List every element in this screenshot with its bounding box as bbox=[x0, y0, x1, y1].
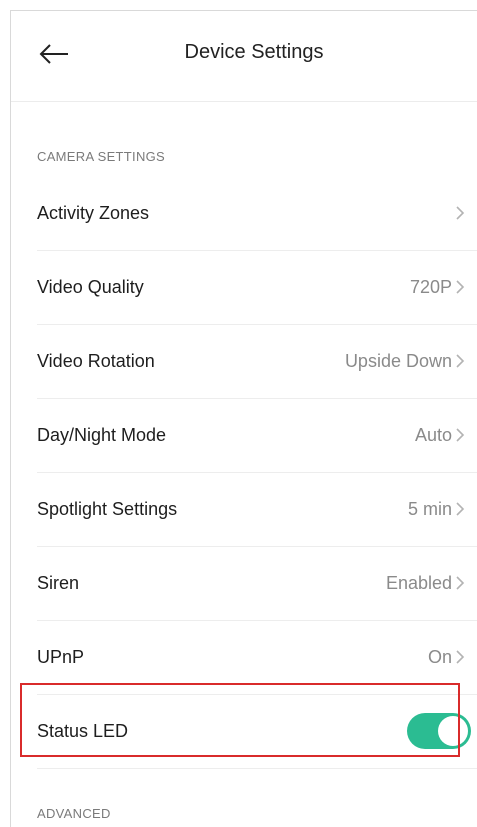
row-value: 5 min bbox=[407, 498, 452, 519]
row-video-quality[interactable]: Video Quality 720P bbox=[37, 250, 477, 325]
row-label: Video Quality bbox=[37, 276, 144, 297]
row-value: Upside Down bbox=[344, 350, 452, 371]
status-led-toggle[interactable] bbox=[407, 713, 471, 749]
row-value: 720P bbox=[409, 276, 452, 297]
row-value: On bbox=[427, 646, 452, 667]
row-value: Auto bbox=[414, 424, 452, 445]
row-upnp[interactable]: UPnP On bbox=[37, 620, 477, 695]
row-label: Video Rotation bbox=[37, 350, 155, 371]
chevron-right-icon bbox=[456, 650, 465, 664]
row-day-night-mode[interactable]: Day/Night Mode Auto bbox=[37, 398, 477, 473]
row-siren[interactable]: Siren Enabled bbox=[37, 546, 477, 621]
toggle-knob bbox=[438, 716, 468, 746]
row-label: Siren bbox=[37, 572, 80, 593]
chevron-right-icon bbox=[456, 206, 465, 220]
row-label: Day/Night Mode bbox=[37, 424, 167, 445]
page-title: Device Settings bbox=[184, 41, 324, 63]
row-label: UPnP bbox=[37, 646, 85, 667]
section-label-advanced: ADVANCED bbox=[37, 806, 111, 821]
header: Device Settings bbox=[11, 11, 477, 102]
row-label: Activity Zones bbox=[37, 202, 150, 223]
chevron-right-icon bbox=[456, 354, 465, 368]
section-label-camera-settings: CAMERA SETTINGS bbox=[37, 149, 166, 164]
chevron-right-icon bbox=[456, 502, 465, 516]
row-spotlight-settings[interactable]: Spotlight Settings 5 min bbox=[37, 472, 477, 547]
row-value: Enabled bbox=[385, 572, 452, 593]
row-video-rotation[interactable]: Video Rotation Upside Down bbox=[37, 324, 477, 399]
row-label: Status LED bbox=[37, 720, 129, 741]
row-label: Spotlight Settings bbox=[37, 498, 178, 519]
row-status-led: Status LED bbox=[37, 694, 477, 769]
chevron-right-icon bbox=[456, 428, 465, 442]
settings-screen: Device Settings CAMERA SETTINGS Activity… bbox=[10, 10, 477, 827]
chevron-right-icon bbox=[456, 576, 465, 590]
chevron-right-icon bbox=[456, 280, 465, 294]
row-activity-zones[interactable]: Activity Zones bbox=[37, 176, 477, 251]
